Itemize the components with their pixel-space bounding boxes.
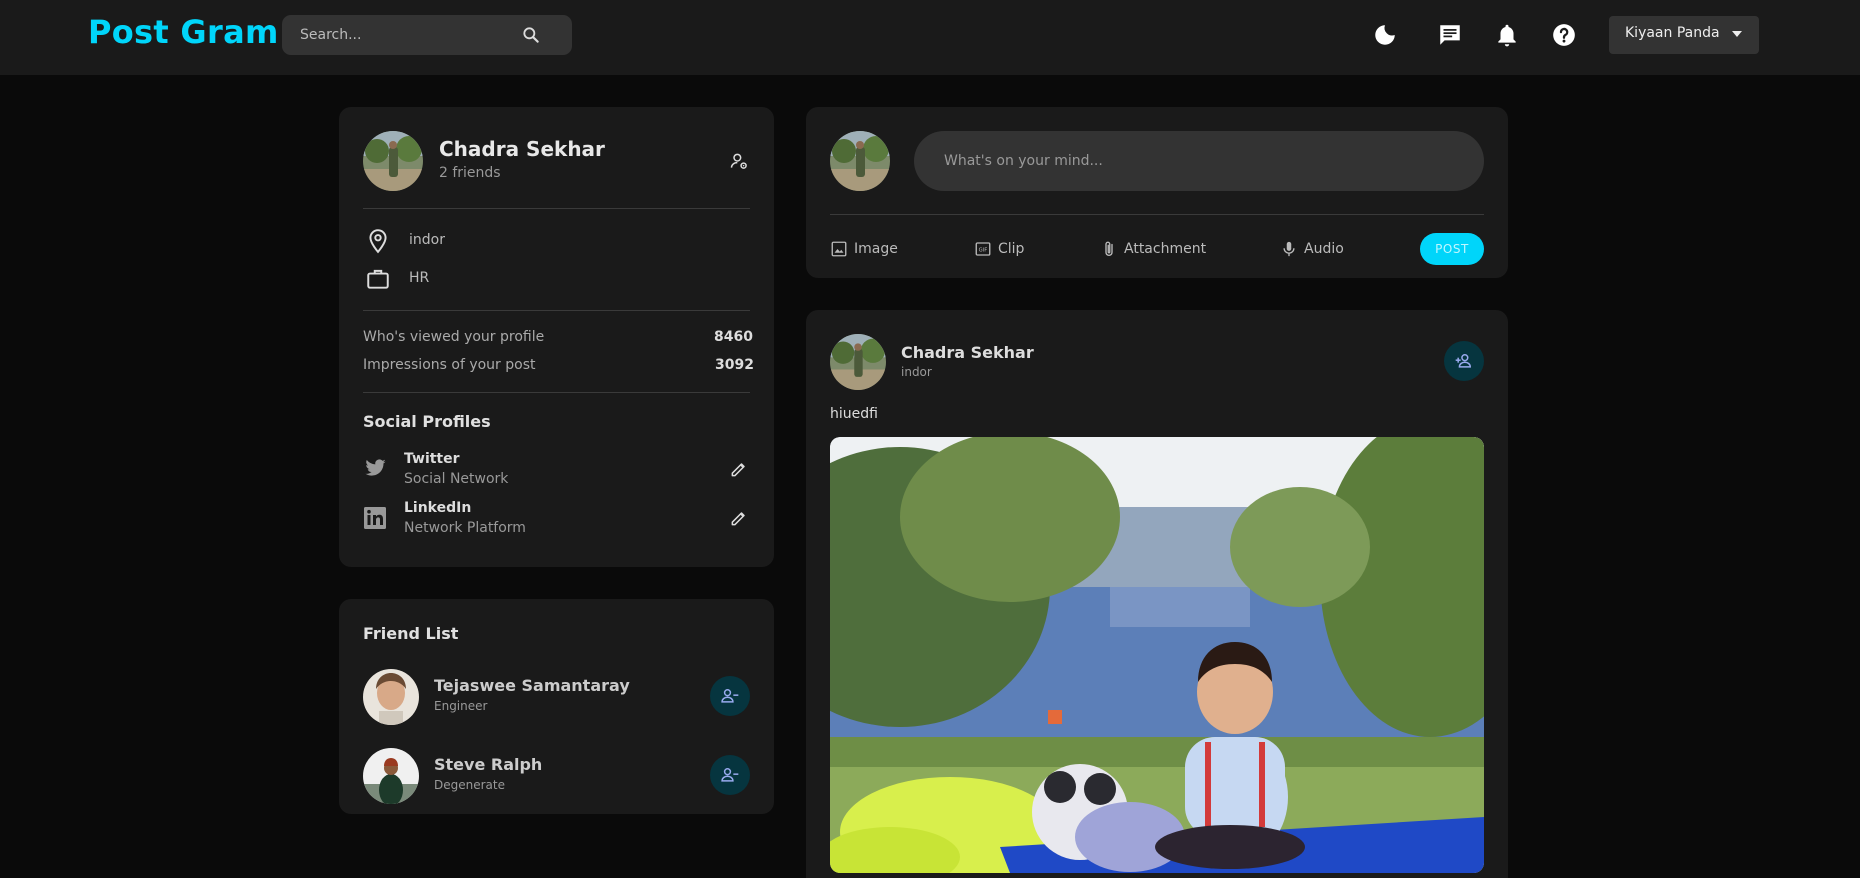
- remove-friend-button[interactable]: [710, 755, 750, 795]
- impressions-label: Impressions of your post: [363, 357, 536, 373]
- svg-text:GIF: GIF: [979, 248, 988, 254]
- remove-friend-icon: [721, 768, 739, 782]
- impressions-count: 3092: [715, 357, 754, 373]
- audio-action[interactable]: Audio: [1280, 238, 1344, 260]
- social-desc: Social Network: [404, 471, 509, 487]
- app-logo[interactable]: Post Gram: [88, 13, 279, 51]
- friend-name[interactable]: Steve Ralph: [434, 755, 542, 774]
- add-friend-icon: [1455, 354, 1472, 368]
- manage-account-icon[interactable]: [729, 151, 749, 171]
- user-select-dropdown[interactable]: Kiyaan Panda: [1609, 16, 1759, 54]
- post-text: hiuedfi: [830, 406, 878, 422]
- divider: [363, 310, 750, 311]
- edit-icon[interactable]: [729, 459, 749, 479]
- microphone-icon: [1283, 241, 1295, 257]
- search-bar: [282, 15, 572, 55]
- add-friend-button[interactable]: [1444, 341, 1484, 381]
- friend-name[interactable]: Tejaswee Samantaray: [434, 676, 630, 695]
- divider: [363, 392, 750, 393]
- post-input[interactable]: [944, 131, 1444, 191]
- search-icon[interactable]: [521, 25, 541, 45]
- friend-avatar[interactable]: [363, 669, 419, 725]
- post-author-name[interactable]: Chadra Sekhar: [901, 343, 1034, 362]
- viewed-profile-label: Who's viewed your profile: [363, 329, 545, 345]
- remove-friend-button[interactable]: [710, 676, 750, 716]
- edit-icon[interactable]: [729, 508, 749, 528]
- top-navbar: Post Gram Kiyaan Panda: [0, 0, 1860, 75]
- dark-mode-icon[interactable]: [1372, 22, 1398, 48]
- profile-avatar[interactable]: [363, 131, 423, 191]
- friend-occupation: Degenerate: [434, 778, 505, 792]
- clip-action[interactable]: GIF Clip: [974, 238, 1024, 260]
- work-icon: [367, 269, 389, 289]
- post-image[interactable]: [830, 437, 1484, 873]
- linkedin-icon: [364, 507, 386, 529]
- notification-icon[interactable]: [1494, 22, 1520, 48]
- chevron-down-icon: [1732, 31, 1742, 37]
- profile-location: indor: [409, 232, 445, 248]
- social-desc: Network Platform: [404, 520, 526, 536]
- user-name: Kiyaan Panda: [1625, 25, 1720, 41]
- message-icon[interactable]: [1437, 22, 1463, 48]
- composer-avatar[interactable]: [830, 131, 890, 191]
- search-input[interactable]: [300, 15, 520, 55]
- post-author-avatar[interactable]: [830, 334, 886, 390]
- viewed-profile-count: 8460: [714, 329, 753, 345]
- friend-occupation: Engineer: [434, 699, 488, 713]
- image-icon: [831, 241, 847, 257]
- clip-label: Clip: [998, 241, 1025, 257]
- social-name: LinkedIn: [404, 500, 472, 516]
- post-author-location: indor: [901, 365, 932, 379]
- image-label: Image: [854, 241, 898, 257]
- attachment-label: Attachment: [1124, 241, 1207, 257]
- profile-occupation: HR: [409, 270, 430, 286]
- friend-avatar[interactable]: [363, 748, 419, 804]
- profile-friends-count: 2 friends: [439, 165, 501, 181]
- divider: [830, 214, 1484, 215]
- attachment-icon: [1105, 241, 1113, 256]
- post-button[interactable]: POST: [1420, 233, 1484, 265]
- social-profiles-title: Social Profiles: [363, 412, 491, 431]
- friend-list-title: Friend List: [363, 624, 459, 643]
- social-name: Twitter: [404, 451, 460, 467]
- help-icon[interactable]: [1551, 22, 1577, 48]
- image-action[interactable]: Image: [830, 238, 898, 260]
- audio-label: Audio: [1304, 241, 1344, 257]
- gif-icon: GIF: [975, 242, 991, 256]
- remove-friend-icon: [721, 689, 739, 703]
- profile-name[interactable]: Chadra Sekhar: [439, 137, 605, 161]
- divider: [363, 208, 750, 209]
- post-input-wrapper: [914, 131, 1484, 191]
- twitter-icon: [365, 459, 386, 476]
- location-icon: [369, 229, 387, 254]
- attachment-action[interactable]: Attachment: [1100, 238, 1206, 260]
